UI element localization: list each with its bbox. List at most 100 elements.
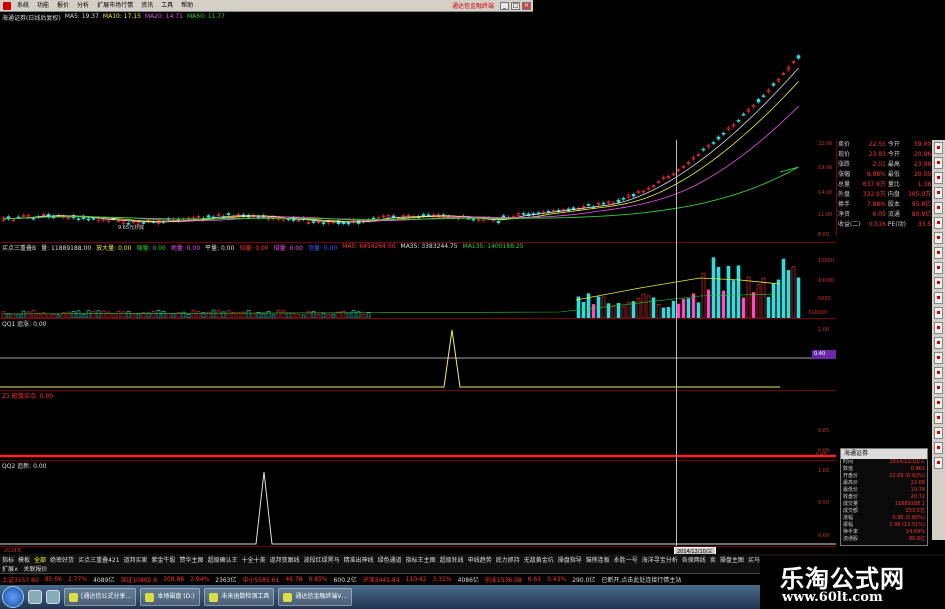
formula-tab[interactable]: 道邦变跟线 xyxy=(270,555,300,564)
formula-tab[interactable]: 海洋寻宝分析 xyxy=(642,555,678,564)
price-chart xyxy=(1,53,801,227)
side-tool-icon[interactable]: ▪ xyxy=(934,202,943,214)
volume-pane[interactable] xyxy=(0,250,836,318)
side-tool-icon[interactable]: ▪ xyxy=(934,352,943,364)
formula-tab[interactable]: 模板 xyxy=(18,555,30,564)
quote-cell: 收益(二) xyxy=(838,221,861,228)
z1-pane[interactable] xyxy=(0,398,836,460)
side-tool-icon[interactable]: ▪ xyxy=(934,157,943,169)
side-tool-icon[interactable]: ▪ xyxy=(934,217,943,229)
side-tool-icon[interactable]: ▪ xyxy=(934,442,943,454)
taskbar-window-button[interactable]: 通达信金融终端V… xyxy=(278,588,353,606)
taskbar-window-button[interactable]: 本地磁盘 (D:) xyxy=(140,588,201,606)
side-tool-icon[interactable]: ▪ xyxy=(934,142,943,154)
quote-row: 现价 23.83 今开 20.96 xyxy=(837,150,932,160)
volume-bar xyxy=(671,300,676,318)
side-tool-icon[interactable]: ▪ xyxy=(934,277,943,289)
formula-tab[interactable]: 超级确认王 xyxy=(208,555,238,564)
formula-tab[interactable]: 卖 xyxy=(710,555,716,564)
quote-row: 涨跌 2.01 最高 23.98 xyxy=(837,160,932,170)
side-tool-icon[interactable]: ▪ xyxy=(934,412,943,424)
formula-tab[interactable]: 精准出神线 xyxy=(344,555,374,564)
candle-body xyxy=(601,202,606,205)
crosshair-info-box[interactable]: 海通证券 时间 2014/12/10/三 数值 0.461 开盘价 22.09 (0.92… xyxy=(840,448,928,546)
qq1-pane[interactable] xyxy=(0,326,836,390)
formula-tab[interactable]: 绿色通道 xyxy=(378,555,402,564)
formula-tab[interactable]: 底力抓持 xyxy=(496,555,520,564)
side-tool-icon[interactable]: ▪ xyxy=(934,367,943,379)
menu-item-help[interactable]: 帮助 xyxy=(177,0,197,12)
formula-tab[interactable]: 波段红绿黑马 xyxy=(304,555,340,564)
taskbar-window-button[interactable]: 未来函数检测工具 xyxy=(204,588,275,606)
quote-cell: 95.8亿 xyxy=(911,201,932,208)
formula-tab[interactable]: 操盘主图 xyxy=(720,555,744,564)
formula-tab[interactable]: 指标 xyxy=(2,555,14,564)
quote-row: 外盘 332.9万 内盘 305.0万 xyxy=(837,190,932,200)
infobox-row: 数值 0.461 xyxy=(841,466,927,473)
price-chart-pane[interactable] xyxy=(0,22,836,242)
formula-tab[interactable]: 永胜一号 xyxy=(614,555,638,564)
volume-bar xyxy=(791,266,796,318)
side-tool-icon[interactable]: ▪ xyxy=(934,307,943,319)
quote-cell: 2.01 xyxy=(872,161,886,168)
formula-tab[interactable]: 超级狂线 xyxy=(440,555,464,564)
menu-item-quote[interactable]: 报价 xyxy=(53,0,73,12)
formula-tab[interactable]: 绝密好货 xyxy=(50,555,74,564)
quote-cell: 9.98% xyxy=(866,171,886,178)
menu-item-ext-market[interactable]: 扩展市场行情 xyxy=(93,0,137,12)
side-tool-icon[interactable]: ▪ xyxy=(934,247,943,259)
side-tool-icon[interactable]: ▪ xyxy=(934,262,943,274)
side-tool-icon[interactable]: ▪ xyxy=(934,322,943,334)
formula-tab[interactable]: 买点三重叠421 xyxy=(78,555,119,564)
formula-tab[interactable]: 道邦买家 xyxy=(124,555,148,564)
formula-tab[interactable]: 指标王主图 xyxy=(406,555,436,564)
formula-tab[interactable]: 紫金牛股 xyxy=(152,555,176,564)
formula-tab[interactable]: 无敌黄金坑 xyxy=(524,555,554,564)
infobox-row: 换手率 14.69% xyxy=(841,529,927,536)
side-tool-icon[interactable]: ▪ xyxy=(934,187,943,199)
infobox-cell: 19.74 xyxy=(910,487,925,493)
qq1-level-badge: 0.40 xyxy=(812,350,836,359)
volume-bar xyxy=(776,279,781,318)
menu-item-analysis[interactable]: 分析 xyxy=(73,0,93,12)
infobox-cell: 涨幅 xyxy=(843,515,854,521)
quote-row: 换手 7.88% 股本 95.8亿 xyxy=(837,200,932,210)
side-tool-icon[interactable]: ▪ xyxy=(934,232,943,244)
minimize-button[interactable]: _ xyxy=(500,1,509,10)
taskbar-window-button[interactable]: [通达信公式分享… xyxy=(64,588,137,606)
side-tool-icon[interactable]: ▪ xyxy=(934,292,943,304)
maximize-button[interactable]: □ xyxy=(511,1,520,10)
quicklaunch-icon[interactable] xyxy=(46,590,60,604)
formula-tab[interactable]: 申线趋势 xyxy=(468,555,492,564)
infobox-cell: 22.66 xyxy=(910,480,925,486)
formula-tab[interactable]: 十全十美 xyxy=(242,555,266,564)
formula-tab[interactable]: 各保两线 xyxy=(682,555,706,564)
infobox-cell: 成交量 xyxy=(843,501,859,507)
volume-axis-3: X10000 xyxy=(808,310,828,316)
crosshair-line xyxy=(676,140,677,546)
side-tool-icon[interactable]: ▪ xyxy=(934,172,943,184)
menu-item-function[interactable]: 功能 xyxy=(33,0,53,12)
qq2-pane[interactable] xyxy=(0,468,836,546)
side-tool-icon[interactable]: ▪ xyxy=(934,397,943,409)
quicklaunch-icon[interactable] xyxy=(28,590,42,604)
menu-item-system[interactable]: 系统 xyxy=(13,0,33,12)
side-tool-icon[interactable]: ▪ xyxy=(934,382,943,394)
side-tool-icon[interactable]: ▪ xyxy=(934,427,943,439)
status-item: 中小5585.61 xyxy=(242,577,280,584)
tab-expand[interactable]: 扩展∧ xyxy=(2,564,18,573)
taskbar-window-label: 未来函数检测工具 xyxy=(221,593,270,600)
menu-item-news[interactable]: 资讯 xyxy=(137,0,157,12)
side-tool-icon[interactable]: ▪ xyxy=(934,457,943,469)
formula-tab[interactable]: 赞华主图 xyxy=(180,555,204,564)
formula-tab[interactable]: 全部 xyxy=(34,555,46,564)
close-button[interactable]: × xyxy=(522,1,531,10)
start-button[interactable] xyxy=(2,586,24,608)
menu-item-tools[interactable]: 工具 xyxy=(157,0,177,12)
volume-bar xyxy=(651,297,656,318)
formula-tab[interactable]: 猫熊连板 xyxy=(586,555,610,564)
side-tool-icon[interactable]: ▪ xyxy=(934,337,943,349)
formula-tab[interactable]: 操盘指导 xyxy=(558,555,582,564)
watermark-title: 乐淘公式网 xyxy=(780,565,905,593)
tab-related-quote[interactable]: 关联报价 xyxy=(23,564,47,573)
